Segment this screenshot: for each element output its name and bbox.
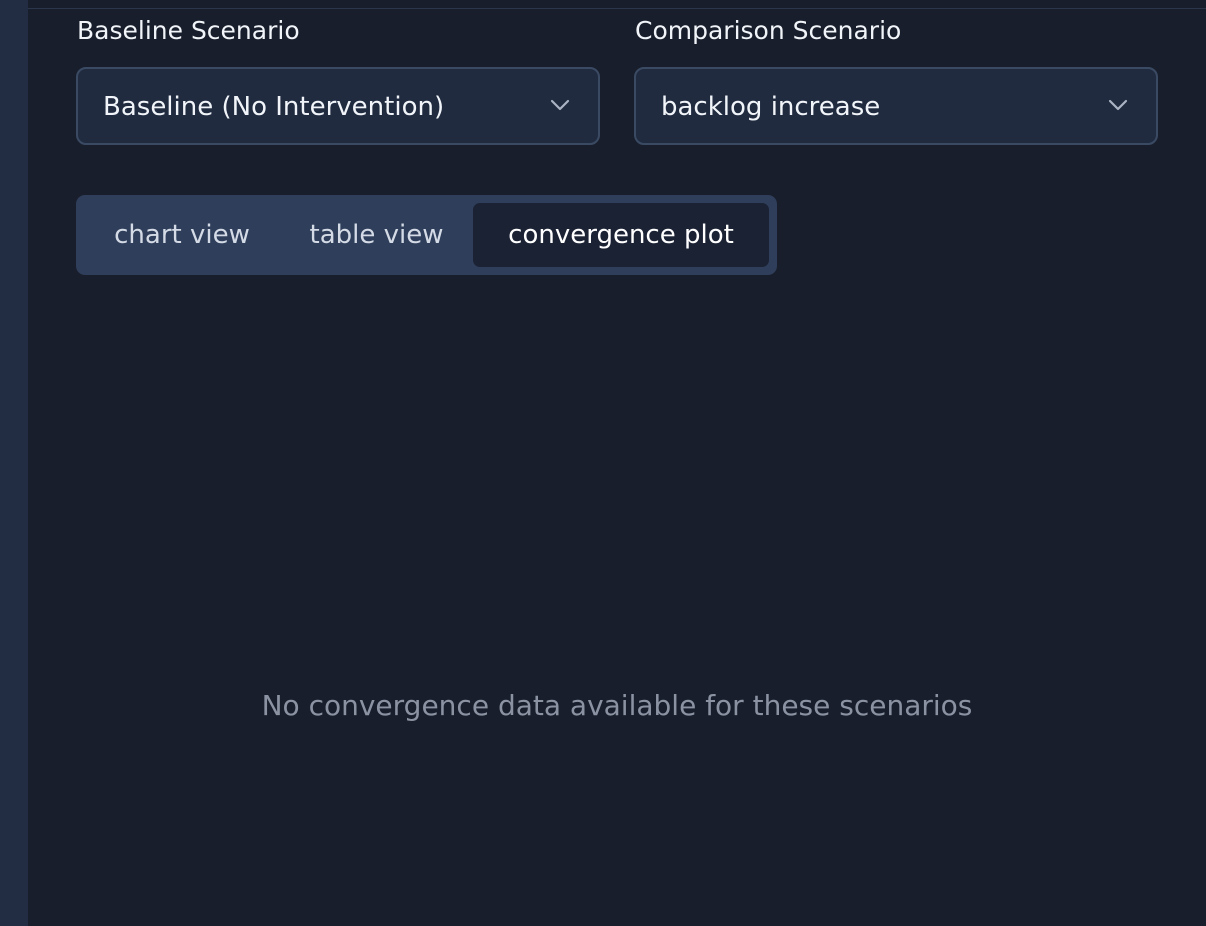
empty-state-message: No convergence data available for these … [261,689,973,722]
baseline-scenario-value: Baseline (No Intervention) [103,92,445,122]
chevron-down-icon [550,99,570,111]
chevron-down-icon [1108,99,1128,111]
comparison-scenario-label: Comparison Scenario [635,16,902,45]
comparison-scenario-select[interactable]: backlog increase [634,67,1158,145]
baseline-scenario-select[interactable]: Baseline (No Intervention) [76,67,600,145]
tab-table-view[interactable]: table view [280,203,473,267]
tab-chart-view[interactable]: chart view [84,203,280,267]
sidebar-rail [0,0,28,926]
top-divider [28,0,1206,9]
view-tabs: chart view table view convergence plot [76,195,777,275]
tab-convergence-plot[interactable]: convergence plot [473,203,769,267]
comparison-scenario-value: backlog increase [661,92,881,122]
baseline-scenario-label: Baseline Scenario [77,16,300,45]
